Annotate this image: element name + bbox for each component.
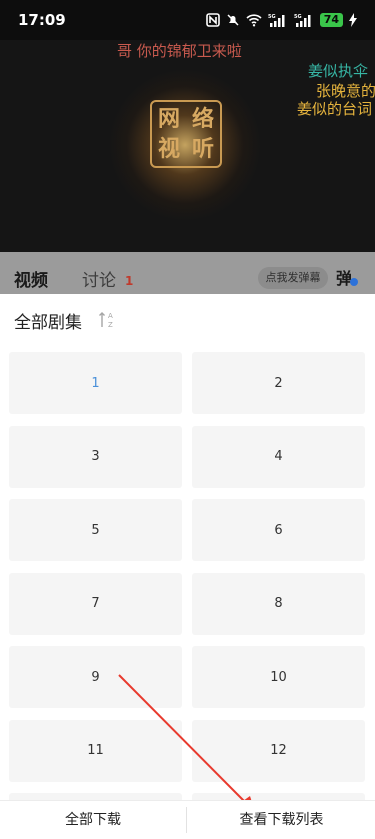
danmaku-comment: 姜似的台词 xyxy=(297,100,373,118)
status-icons: 5G 5G 74 xyxy=(205,10,357,30)
battery-level: 74 xyxy=(319,13,343,27)
episode-tile[interactable]: 12 xyxy=(192,719,365,782)
episode-tile[interactable]: 9 xyxy=(9,646,182,708)
danmaku-comment: 哥 你的锦郁卫来啦 xyxy=(117,42,242,60)
danmu-toggle-dot-icon xyxy=(350,278,358,286)
video-player[interactable]: 网 络 视 听 哥 你的锦郁卫来啦 姜似执伞 张晚意的 姜似的台词 xyxy=(0,40,375,252)
tab-comments[interactable]: 讨论 xyxy=(82,266,116,291)
episode-tile[interactable]: 6 xyxy=(192,499,365,561)
divider xyxy=(186,807,187,833)
mute-icon xyxy=(226,13,240,27)
tab-video[interactable]: 视频 xyxy=(14,266,48,291)
danmaku-comment: 张晚意的 xyxy=(316,82,375,100)
episode-tile[interactable]: 5 xyxy=(9,499,182,561)
signal-label-2: 5G xyxy=(294,14,302,20)
danmu-toggle-button[interactable]: 弹 xyxy=(336,265,352,289)
download-all-button[interactable]: 全部下载 xyxy=(0,801,186,839)
episode-tile[interactable]: 7 xyxy=(9,572,182,635)
comments-count-badge: 1 xyxy=(125,274,134,288)
danmaku-comment: 姜似执伞 xyxy=(308,62,369,80)
watermark-char: 络 xyxy=(192,106,215,132)
episode-grid: 1 2 3 4 5 6 7 8 9 10 11 12 xyxy=(0,294,375,839)
bottom-action-bar: 全部下载 查看下载列表 xyxy=(0,800,375,839)
watermark-char: 网 xyxy=(158,106,181,132)
episode-tile[interactable]: 2 xyxy=(192,352,365,414)
nfc-icon xyxy=(205,13,220,27)
signal-icon-1: 5G xyxy=(268,13,288,27)
watermark-char: 听 xyxy=(192,136,215,162)
episode-tile[interactable]: 4 xyxy=(192,425,365,488)
episode-tile[interactable]: 10 xyxy=(192,646,365,708)
episode-tile[interactable]: 3 xyxy=(9,425,182,488)
tabs-bar: 视频 讨论 1 点我发弹幕 弹 xyxy=(0,252,375,294)
bolt-icon xyxy=(349,13,357,27)
status-time: 17:09 xyxy=(18,11,66,29)
wifi-icon xyxy=(246,13,262,27)
watermark-logo: 网 络 视 听 xyxy=(150,100,222,168)
danmu-input[interactable]: 点我发弹幕 xyxy=(258,267,328,289)
signal-label-1: 5G xyxy=(268,14,276,20)
episode-tile[interactable]: 8 xyxy=(192,572,365,635)
episode-tile[interactable]: 1 xyxy=(9,352,182,414)
status-bar: 17:09 5G 5G 74 xyxy=(0,0,375,40)
signal-icon-2: 5G xyxy=(294,13,314,27)
episode-tile[interactable]: 11 xyxy=(9,719,182,782)
episodes-sheet: 全部剧集 A Z 1 2 3 4 5 6 7 8 9 10 11 12 xyxy=(0,294,375,839)
view-download-list-button[interactable]: 查看下载列表 xyxy=(188,801,375,839)
watermark-char: 视 xyxy=(158,136,181,162)
